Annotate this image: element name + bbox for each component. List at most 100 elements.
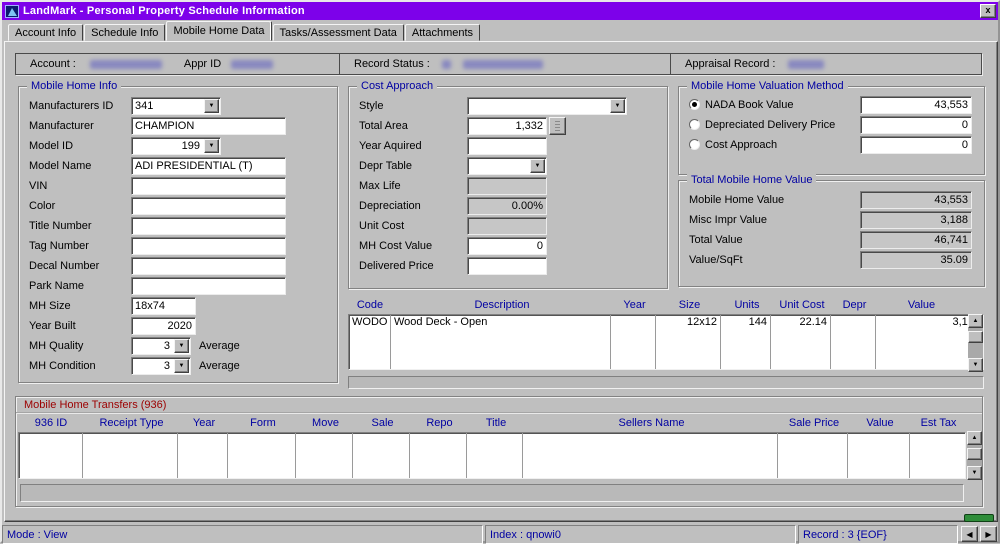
record-header-bar: Account : Appr ID Record Status : Apprai… xyxy=(15,53,982,75)
title-number-input[interactable] xyxy=(131,216,286,235)
appraisal-record-value-redacted xyxy=(787,59,824,69)
column-header: Sellers Name xyxy=(618,417,685,429)
field-label: MH Cost Value xyxy=(359,239,433,252)
cell-code: WODO xyxy=(349,315,391,369)
chevron-down-icon[interactable]: ▼ xyxy=(174,338,189,353)
tab-tasks-assessment-data[interactable]: Tasks/Assessment Data xyxy=(272,24,404,41)
scroll-up-icon[interactable]: ▲ xyxy=(967,431,982,445)
next-record-button[interactable]: ▶ xyxy=(980,526,997,542)
delivered-price-input[interactable] xyxy=(467,256,547,275)
nada-book-value-radio[interactable] xyxy=(689,99,700,110)
tab-schedule-info[interactable]: Schedule Info xyxy=(84,24,166,41)
chevron-down-icon[interactable]: ▼ xyxy=(610,98,625,113)
combo-value: 341 xyxy=(135,99,154,112)
scroll-down-icon[interactable]: ▼ xyxy=(967,466,982,480)
tab-attachments[interactable]: Attachments xyxy=(404,24,481,41)
model-name-input[interactable]: ADI PRESIDENTIAL (T) xyxy=(131,156,286,175)
mh-condition-combo[interactable]: 3 ▼ xyxy=(131,356,191,375)
status-record: Record : 3 {EOF} xyxy=(798,525,958,544)
area-lookup-button[interactable] xyxy=(549,116,566,135)
depr-table-combo[interactable]: ▼ xyxy=(467,156,547,175)
input-value: 43,553 xyxy=(934,98,968,111)
cell-est-tax xyxy=(910,433,965,478)
cost-approach-value-input[interactable]: 0 xyxy=(860,135,972,154)
field-label: Title Number xyxy=(29,219,92,232)
window-title: LandMark - Personal Property Schedule In… xyxy=(23,5,305,17)
appr-id-value-redacted xyxy=(231,59,274,69)
chevron-down-icon[interactable]: ▼ xyxy=(204,98,219,113)
manufacturer-input[interactable]: CHAMPION xyxy=(131,116,286,135)
column-header: Est Tax xyxy=(920,417,957,429)
field-label: MH Size xyxy=(29,299,71,312)
field-label: Delivered Price xyxy=(359,259,434,272)
mh-condition-text: Average xyxy=(199,359,240,372)
valuation-method-group: Mobile Home Valuation Method NADA Book V… xyxy=(678,80,985,175)
transfers-scrollbar[interactable]: ▲ ▼ xyxy=(967,431,982,480)
tab-account-info[interactable]: Account Info xyxy=(8,24,84,41)
field-label: Max Life xyxy=(359,179,401,192)
vin-input[interactable] xyxy=(131,176,286,195)
previous-record-button[interactable]: ◀ xyxy=(961,526,978,542)
misc-table-header: Code Description Year Size Units Unit Co… xyxy=(348,296,984,314)
scroll-track[interactable] xyxy=(968,328,983,358)
cell-title xyxy=(467,433,523,478)
scroll-up-icon[interactable]: ▲ xyxy=(968,314,983,328)
tag-number-input[interactable] xyxy=(131,236,286,255)
color-input[interactable] xyxy=(131,196,286,215)
cell-unit-cost: 22.14 xyxy=(771,315,831,369)
manufacturers-id-combo[interactable]: 341 ▼ xyxy=(131,96,221,115)
field-label: Color xyxy=(29,199,56,212)
tab-content-panel: Account : Appr ID Record Status : Apprai… xyxy=(4,41,998,522)
depreciation-field: 0.00% xyxy=(467,196,547,215)
field-label: Model ID xyxy=(29,139,74,152)
column-header: Unit Cost xyxy=(779,299,825,311)
close-button[interactable]: x xyxy=(980,4,996,18)
transfers-title: Mobile Home Transfers (936) xyxy=(16,397,982,413)
cell-repo xyxy=(410,433,467,478)
misc-table-scrollbar[interactable]: ▲ ▼ xyxy=(968,314,983,372)
park-name-input[interactable] xyxy=(131,276,286,295)
column-header: Repo xyxy=(426,417,453,429)
cell-size: 12x12 xyxy=(656,315,721,369)
grid-icon xyxy=(555,120,560,131)
transfers-empty-row[interactable] xyxy=(18,432,966,479)
status-index-text: Index : qnowi0 xyxy=(490,528,561,541)
table-row[interactable]: WODO Wood Deck - Open 12x12 144 22.14 3,… xyxy=(348,314,984,370)
field-value: 35.09 xyxy=(940,253,968,266)
year-built-input[interactable]: 2020 xyxy=(131,316,196,335)
depreciated-delivery-price-radio[interactable] xyxy=(689,119,700,130)
mh-quality-combo[interactable]: 3 ▼ xyxy=(131,336,191,355)
column-header: Form xyxy=(250,417,276,429)
style-combo[interactable]: ▼ xyxy=(467,96,627,115)
input-value: ADI PRESIDENTIAL (T) xyxy=(135,159,253,172)
mh-cost-value-input[interactable]: 0 xyxy=(467,236,547,255)
misc-table-footer-strip xyxy=(348,376,984,389)
mh-quality-text: Average xyxy=(199,339,240,352)
title-bar[interactable]: LandMark - Personal Property Schedule In… xyxy=(2,2,998,20)
scroll-thumb[interactable] xyxy=(968,331,983,343)
column-header: Move xyxy=(312,417,339,429)
chevron-down-icon[interactable]: ▼ xyxy=(204,138,219,153)
field-value: 0.00% xyxy=(511,199,543,212)
total-area-input[interactable]: 1,332 xyxy=(467,116,547,135)
chevron-down-icon[interactable]: ▼ xyxy=(174,358,189,373)
decal-number-input[interactable] xyxy=(131,256,286,275)
tab-mobile-home-data[interactable]: Mobile Home Data xyxy=(166,21,272,41)
mobile-home-value-field: 43,553 xyxy=(860,190,972,209)
year-acquired-input[interactable] xyxy=(467,136,547,155)
field-label: MH Condition xyxy=(29,359,96,372)
scroll-track[interactable] xyxy=(967,445,982,466)
radio-label: Depreciated Delivery Price xyxy=(705,118,836,131)
combo-value: 199 xyxy=(181,139,200,152)
model-id-combo[interactable]: 199 ▼ xyxy=(131,136,221,155)
mh-size-input[interactable]: 18x74 xyxy=(131,296,196,315)
scroll-thumb[interactable] xyxy=(967,448,982,460)
cost-approach-radio[interactable] xyxy=(689,139,700,150)
misc-impr-value-field: 3,188 xyxy=(860,210,972,229)
scroll-down-icon[interactable]: ▼ xyxy=(968,358,983,372)
chevron-down-icon[interactable]: ▼ xyxy=(530,158,545,173)
field-label: Park Name xyxy=(29,279,85,292)
cell-receipt-type xyxy=(83,433,178,478)
nada-book-value-input[interactable]: 43,553 xyxy=(860,95,972,114)
depreciated-delivery-price-input[interactable]: 0 xyxy=(860,115,972,134)
